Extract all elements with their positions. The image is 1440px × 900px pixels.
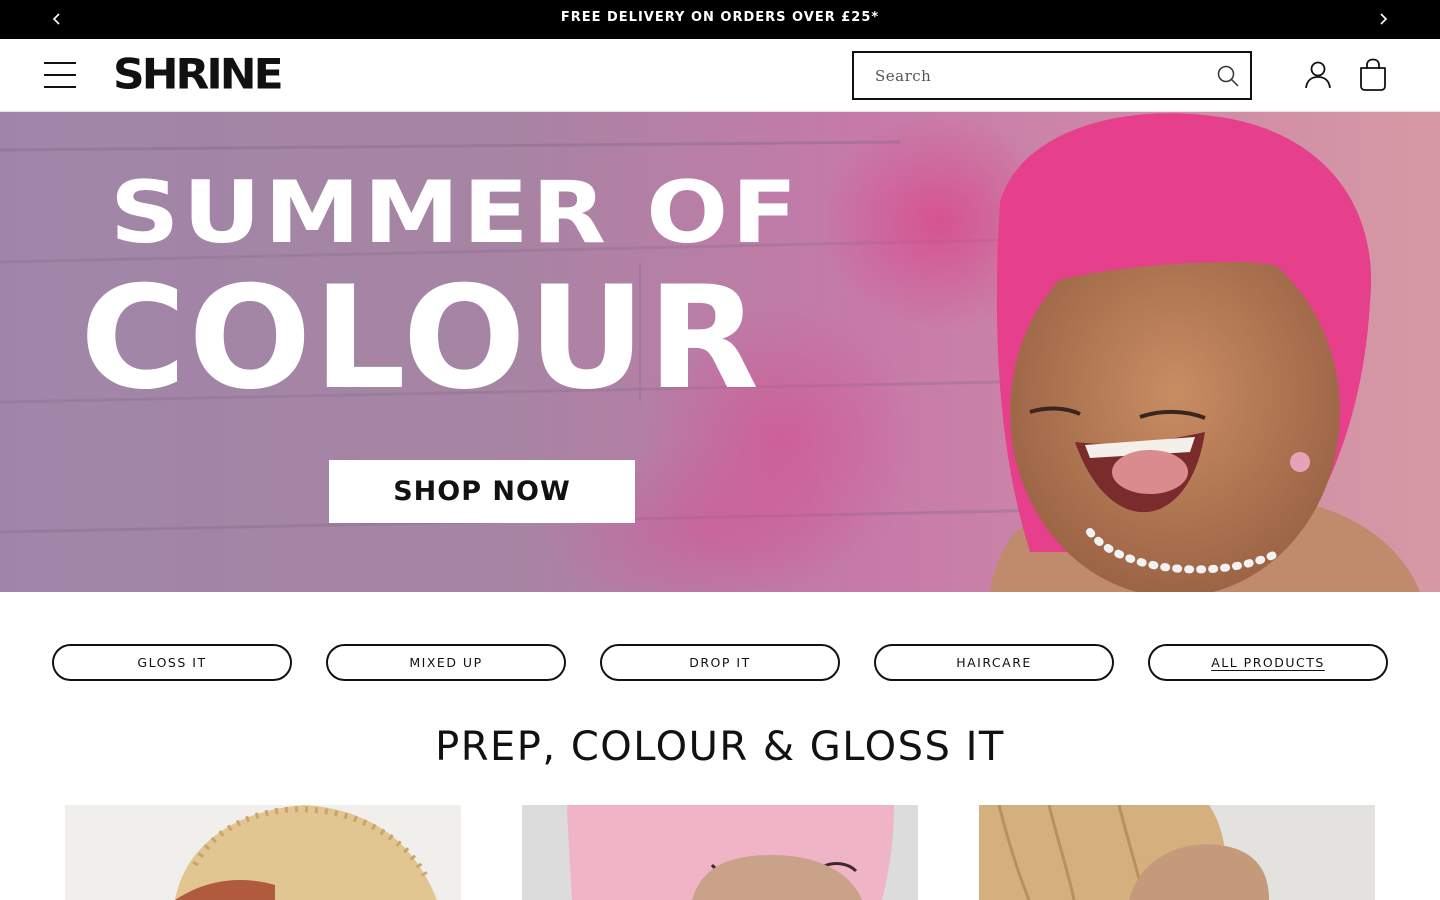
product-image bbox=[979, 805, 1375, 900]
product-card-blonde[interactable] bbox=[65, 805, 461, 900]
chevron-right-icon[interactable] bbox=[1373, 9, 1393, 29]
collection-label: DROP IT bbox=[689, 655, 751, 670]
collection-label: GLOSS IT bbox=[137, 655, 207, 670]
shop-now-button[interactable]: SHOP NOW bbox=[329, 460, 635, 523]
search-box bbox=[852, 51, 1252, 100]
announcement-bar: FREE DELIVERY ON ORDERS OVER £25* bbox=[0, 0, 1440, 39]
collection-label: MIXED UP bbox=[409, 655, 483, 670]
product-image bbox=[65, 805, 461, 900]
announcement-message[interactable]: FREE DELIVERY ON ORDERS OVER £25* bbox=[0, 0, 1440, 36]
collection-mixed-up[interactable]: MIXED UP bbox=[326, 644, 566, 681]
hero-heading-line1: SUMMER OF bbox=[110, 163, 801, 263]
menu-icon[interactable] bbox=[43, 60, 77, 90]
collection-label: ALL PRODUCTS bbox=[1211, 655, 1325, 670]
account-icon[interactable] bbox=[1303, 60, 1333, 90]
bag-icon[interactable] bbox=[1357, 58, 1389, 92]
site-header: SHRINE bbox=[0, 39, 1440, 112]
collection-gloss-it[interactable]: GLOSS IT bbox=[52, 644, 292, 681]
product-image bbox=[522, 805, 918, 900]
search-input[interactable] bbox=[854, 53, 1215, 98]
search-icon[interactable] bbox=[1216, 64, 1240, 88]
hero-banner[interactable]: SUMMER OF COLOUR SHOP NOW bbox=[0, 112, 1440, 592]
collection-all-products[interactable]: ALL PRODUCTS bbox=[1148, 644, 1388, 681]
collection-drop-it[interactable]: DROP IT bbox=[600, 644, 840, 681]
section-title: PREP, COLOUR & GLOSS IT bbox=[435, 724, 1005, 770]
collection-haircare[interactable]: HAIRCARE bbox=[874, 644, 1114, 681]
hero-heading-line2: COLOUR bbox=[80, 256, 762, 421]
site-logo[interactable]: SHRINE bbox=[113, 54, 284, 96]
product-card-golden[interactable] bbox=[979, 805, 1375, 900]
collection-label: HAIRCARE bbox=[956, 655, 1032, 670]
product-card-pink[interactable] bbox=[522, 805, 918, 900]
